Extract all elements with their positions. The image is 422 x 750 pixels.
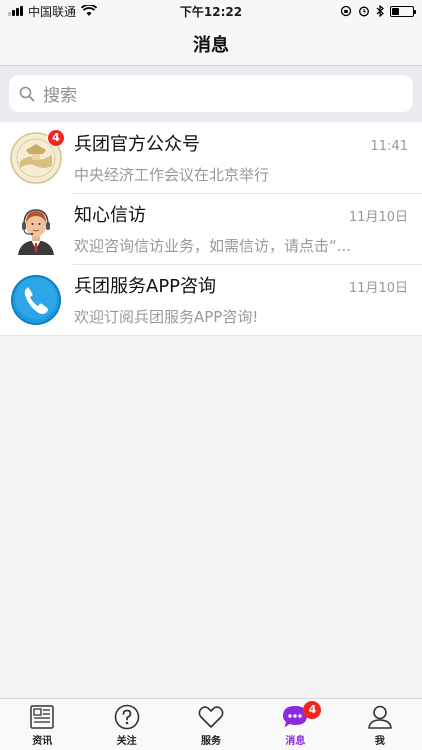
- tab-follow[interactable]: 关注: [84, 699, 168, 750]
- message-time: 11月10日: [348, 281, 408, 296]
- carrier-label: 中国联通: [28, 4, 77, 19]
- message-title: 知心信访: [74, 205, 146, 226]
- emblem-avatar: 4: [10, 128, 65, 184]
- heart-icon: [198, 706, 224, 728]
- newspaper-icon: [30, 705, 54, 729]
- tab-label: 消息: [285, 736, 306, 747]
- list-item[interactable]: 知心信访 11月10日 欢迎咨询信访业务，如需信访，请点击“...: [0, 193, 422, 264]
- message-time: 11:41: [370, 139, 408, 154]
- nav-bar: 消息: [0, 22, 422, 66]
- search-icon: [19, 86, 35, 101]
- message-preview: 欢迎咨询信访业务，如需信访，请点击“...: [74, 237, 352, 255]
- message-title: 兵团官方公众号: [74, 134, 200, 155]
- agent-avatar: [10, 202, 62, 255]
- message-time: 11月10日: [348, 210, 408, 225]
- message-title: 兵团服务APP咨询: [74, 276, 217, 297]
- list-item[interactable]: 4 兵团官方公众号 11:41 中央经济工作会议在北京举行: [0, 122, 422, 193]
- status-bar: 中国联通 下午12:22: [0, 0, 422, 22]
- question-icon: [114, 704, 139, 730]
- wifi-icon: [81, 5, 98, 16]
- message-preview: 欢迎订阅兵团服务APP咨询!: [74, 308, 259, 326]
- tab-messages[interactable]: 4 消息: [253, 699, 337, 750]
- search-input[interactable]: 搜索: [9, 75, 413, 112]
- unread-badge: 4: [47, 128, 65, 147]
- signal-icon: [8, 6, 23, 16]
- battery-icon: [390, 5, 416, 17]
- message-list: 4 兵团官方公众号 11:41 中央经济工作会议在北京举行 知心信访 11月10…: [0, 122, 422, 336]
- search-area: 搜索: [0, 66, 422, 122]
- tab-bar: 资讯 关注 服务 4 消息 我: [0, 698, 422, 750]
- search-placeholder: 搜索: [43, 86, 77, 106]
- tab-label: 我: [374, 736, 385, 747]
- page-title: 消息: [193, 34, 229, 56]
- tab-label: 关注: [116, 736, 137, 747]
- bluetooth-icon: [376, 5, 384, 17]
- tab-service[interactable]: 服务: [169, 699, 253, 750]
- alarm-icon: [359, 6, 369, 17]
- phone-avatar: [10, 274, 62, 326]
- list-item[interactable]: 兵团服务APP咨询 11月10日 欢迎订阅兵团服务APP咨询!: [0, 264, 422, 335]
- user-icon: [368, 705, 392, 729]
- tab-me[interactable]: 我: [338, 699, 422, 750]
- tab-label: 资讯: [32, 736, 53, 747]
- tab-label: 服务: [201, 736, 222, 747]
- message-preview: 中央经济工作会议在北京举行: [74, 166, 270, 184]
- tab-badge: 4: [303, 701, 322, 719]
- tab-news[interactable]: 资讯: [0, 699, 84, 750]
- rotation-lock-icon: [340, 5, 352, 17]
